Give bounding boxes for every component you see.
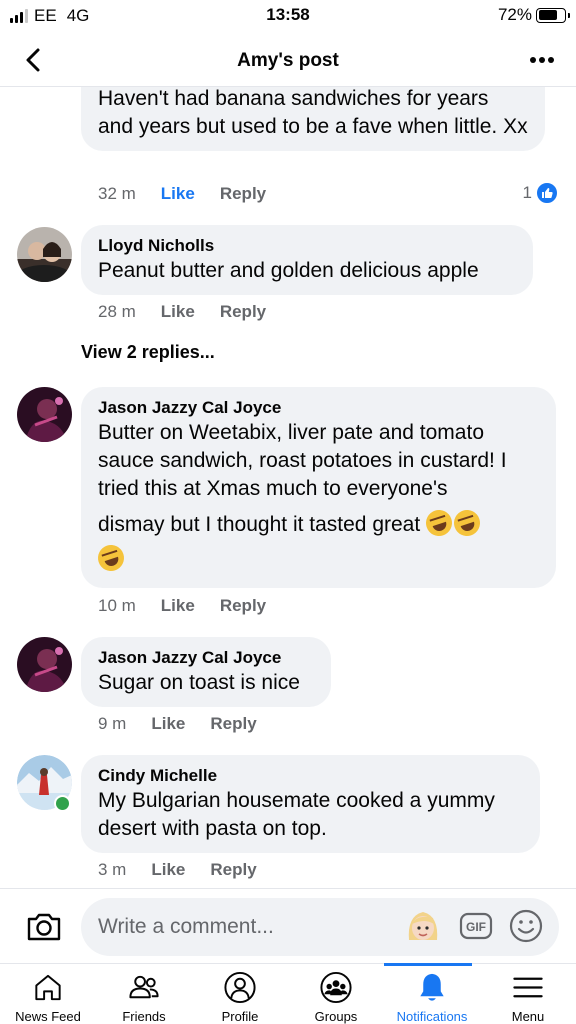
reply-button[interactable]: Reply	[220, 184, 266, 204]
avatar-sticker-icon	[408, 912, 438, 940]
avatar[interactable]	[17, 755, 72, 812]
like-button[interactable]: Like	[151, 860, 185, 880]
commenter-name[interactable]: Jason Jazzy Cal Joyce	[98, 397, 539, 419]
view-replies-link[interactable]: View 2 replies...	[81, 342, 215, 363]
tab-profile[interactable]: Profile	[192, 964, 288, 1024]
camera-icon	[27, 913, 61, 941]
tab-label: News Feed	[15, 1009, 81, 1024]
gif-button[interactable]: GIF	[458, 906, 494, 946]
commenter-name[interactable]: Lloyd Nicholls	[98, 235, 516, 257]
rofl-emoji-icon	[450, 506, 484, 540]
avatar-sticker-button[interactable]	[403, 906, 443, 946]
rofl-emoji-icon	[422, 506, 456, 540]
avatar[interactable]	[17, 387, 72, 442]
tab-label: Groups	[314, 1009, 358, 1024]
thumbs-up-icon	[536, 182, 558, 204]
comments-list: Haven't had banana sandwiches for years …	[0, 87, 576, 887]
reply-button[interactable]: Reply	[220, 302, 266, 322]
comment-text: My Bulgarian housemate cooked a yummy de…	[98, 787, 523, 843]
comment-bubble[interactable]: Jason Jazzy Cal Joyce Sugar on toast is …	[81, 637, 331, 707]
comment-time: 32 m	[98, 184, 136, 203]
avatar-photo-icon	[17, 227, 72, 282]
groups-icon	[320, 971, 352, 1004]
smiley-icon	[509, 909, 543, 943]
comment-bubble[interactable]: Cindy Michelle My Bulgarian housemate co…	[81, 755, 540, 853]
tab-label: Menu	[511, 1009, 545, 1024]
comment-text-line: My Bulgarian housemate cooked a yummy	[98, 789, 495, 812]
tab-groups[interactable]: Groups	[288, 964, 384, 1024]
comment-bubble[interactable]: Lloyd Nicholls Peanut butter and golden …	[81, 225, 533, 295]
reaction-number: 1	[522, 183, 532, 202]
comment-time: 9 m	[98, 714, 127, 733]
comment-text: Peanut butter and golden delicious apple	[98, 259, 479, 282]
comment-time: 3 m	[98, 860, 127, 879]
online-status-indicator	[54, 795, 71, 812]
comment-time: 10 m	[98, 596, 136, 615]
bottom-tab-bar: News Feed Friends Profile Groups Notific…	[0, 963, 576, 1024]
comment-text-line: tried this at Xmas much to everyone's	[98, 477, 448, 500]
bell-icon	[420, 973, 444, 1001]
comment-actions: 3 m Like Reply	[98, 860, 257, 880]
tab-news-feed[interactable]: News Feed	[0, 964, 96, 1024]
status-right: 72%	[497, 5, 570, 25]
avatar[interactable]	[17, 637, 72, 692]
nav-header: Amy's post	[0, 36, 576, 86]
comment-text-line: sauce sandwich, roast potatoes in custar…	[98, 449, 507, 472]
commenter-name[interactable]: Jason Jazzy Cal Joyce	[98, 647, 314, 669]
reaction-count[interactable]: 1	[523, 182, 558, 204]
emoji-button[interactable]	[508, 906, 544, 946]
comment-text: Haven't had banana sandwiches for years …	[98, 87, 528, 138]
avatar-photo-icon	[17, 387, 72, 442]
reply-button[interactable]: Reply	[210, 714, 256, 734]
tab-label: Friends	[122, 1009, 166, 1024]
comment-text: Butter on Weetabix, liver pate and tomat…	[94, 419, 539, 575]
like-button[interactable]: Like	[161, 184, 195, 204]
comment-text-line: dismay but I thought it tasted great	[98, 513, 421, 536]
avatar[interactable]	[17, 227, 72, 282]
gif-label: GIF	[466, 920, 486, 934]
comment-actions: 10 m Like Reply	[98, 596, 266, 616]
tab-menu[interactable]: Menu	[480, 964, 576, 1024]
profile-icon	[224, 971, 256, 1004]
comment-actions: 28 m Like Reply	[98, 302, 266, 322]
comment-actions: 32 m Like Reply	[98, 184, 266, 204]
comment-text-line: desert with pasta on top.	[98, 817, 327, 840]
menu-icon	[513, 977, 543, 998]
commenter-name[interactable]: Cindy Michelle	[98, 765, 523, 787]
composer-divider	[0, 888, 576, 889]
reply-button[interactable]: Reply	[220, 596, 266, 616]
friends-icon	[129, 975, 159, 999]
comment-bubble[interactable]: Jason Jazzy Cal Joyce Butter on Weetabix…	[81, 387, 556, 588]
comment-bubble[interactable]: Haven't had banana sandwiches for years …	[81, 87, 545, 151]
like-button[interactable]: Like	[151, 714, 185, 734]
like-button[interactable]: Like	[161, 302, 195, 322]
comment-text: Sugar on toast is nice	[98, 671, 300, 694]
gif-icon: GIF	[459, 912, 493, 940]
comment-text-line: Butter on Weetabix, liver pate and tomat…	[98, 421, 484, 444]
like-button[interactable]: Like	[161, 596, 195, 616]
tab-notifications[interactable]: Notifications	[384, 963, 480, 1024]
status-bar: EE 4G 13:58 72%	[0, 0, 576, 32]
battery-icon	[536, 7, 570, 23]
tab-label: Profile	[221, 1009, 259, 1024]
more-options-button[interactable]	[528, 48, 556, 72]
comment-time: 28 m	[98, 302, 136, 321]
home-icon	[35, 974, 61, 1001]
tab-friends[interactable]: Friends	[96, 964, 192, 1024]
more-dots-icon	[530, 57, 536, 63]
rofl-emoji-icon	[94, 541, 128, 575]
reply-button[interactable]: Reply	[210, 860, 256, 880]
battery-percent: 72%	[497, 5, 532, 24]
tab-label: Notifications	[396, 1009, 468, 1024]
page-title: Amy's post	[237, 50, 339, 71]
comment-actions: 9 m Like Reply	[98, 714, 257, 734]
avatar-photo-icon	[17, 637, 72, 692]
status-time: 13:58	[266, 5, 310, 24]
camera-button[interactable]	[24, 906, 64, 946]
